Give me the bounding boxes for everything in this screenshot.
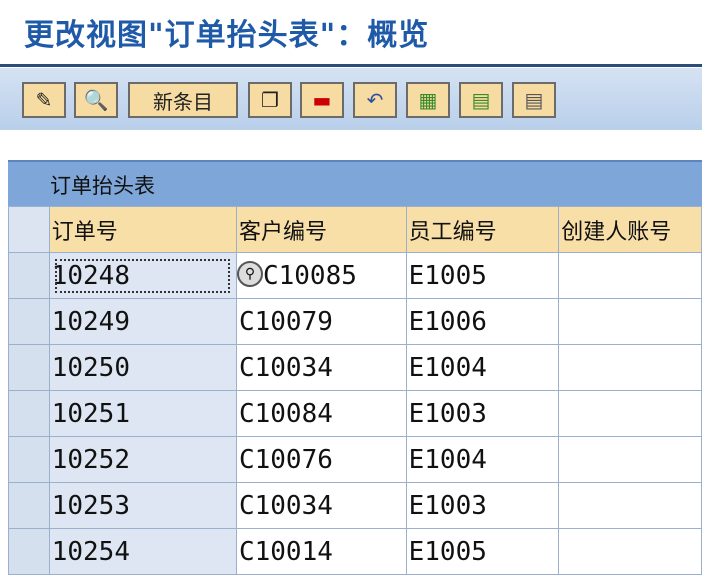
find-button[interactable]: 🔍 — [74, 82, 118, 118]
table-row: 10251 C10084 E1003 — [8, 390, 702, 437]
row-selector[interactable] — [8, 344, 50, 391]
order-number-cell[interactable]: 10254 — [48, 528, 237, 575]
order-number-cell[interactable]: 10253 — [48, 482, 237, 529]
copy-icon: ❐ — [261, 88, 279, 112]
table-row: 10250 C10034 E1004 — [8, 344, 702, 391]
creator-account-cell[interactable] — [558, 436, 702, 483]
table-title-bar: 订单抬头表 — [8, 160, 702, 208]
table-row: 10253 C10034 E1003 — [8, 482, 702, 529]
customer-number-cell[interactable]: C10014 — [235, 528, 407, 575]
new-entries-button[interactable]: 新条目 — [128, 82, 238, 118]
row-selector[interactable] — [8, 482, 50, 529]
creator-account-cell[interactable] — [558, 482, 702, 529]
creator-account-cell[interactable] — [558, 298, 702, 345]
employee-number-cell[interactable]: E1003 — [405, 390, 560, 437]
row-selector[interactable] — [8, 252, 50, 299]
toolbar: ✎ 🔍 新条目 ❐ ▬ ↶ ▦ ▤ ▤ — [0, 68, 702, 130]
creator-account-cell[interactable] — [558, 252, 702, 299]
customer-number-cell[interactable]: C10076 — [235, 436, 407, 483]
customer-number-cell[interactable]: C10079 — [235, 298, 407, 345]
order-number-cell[interactable]: 10250 — [48, 344, 237, 391]
undo-icon: ↶ — [366, 88, 384, 112]
column-header[interactable]: 创建人账号 — [558, 206, 702, 253]
employee-number-cell[interactable]: E1003 — [405, 482, 560, 529]
title-divider — [0, 64, 702, 67]
table-row: 10254 C10014 E1005 — [8, 528, 702, 575]
undo-change-button[interactable]: ↶ — [353, 82, 397, 118]
employee-number-cell[interactable]: E1005 — [405, 528, 560, 575]
display-change-button[interactable]: ✎ — [22, 82, 66, 118]
select-all-icon: ▦ — [418, 88, 438, 112]
column-header[interactable]: 员工编号 — [405, 206, 560, 253]
pencil-glasses-icon: ✎ — [35, 88, 53, 112]
row-selector[interactable] — [8, 298, 50, 345]
employee-number-cell[interactable]: E1006 — [405, 298, 560, 345]
customer-number-cell[interactable]: C10034 — [235, 482, 407, 529]
delete-row-icon: ▬ — [312, 88, 332, 112]
employee-number-cell[interactable]: E1004 — [405, 344, 560, 391]
select-all-button[interactable]: ▦ — [406, 82, 450, 118]
deselect-all-button[interactable]: ▤ — [512, 82, 556, 118]
table-header-row: 订单号 客户编号 员工编号 创建人账号 — [8, 206, 702, 253]
select-all-cell[interactable] — [8, 206, 50, 253]
deselect-all-icon: ▤ — [524, 88, 544, 112]
creator-account-cell[interactable] — [558, 344, 702, 391]
delete-button[interactable]: ▬ — [300, 82, 344, 118]
order-header-table: 订单号 客户编号 员工编号 创建人账号 10248 ⚲ C10085 E1005 … — [8, 206, 702, 575]
column-header[interactable]: 客户编号 — [235, 206, 407, 253]
employee-number-cell[interactable]: E1005 — [405, 252, 560, 299]
customer-number-cell[interactable]: ⚲ C10085 — [235, 252, 407, 299]
table-row: 10252 C10076 E1004 — [8, 436, 702, 483]
magnifier-icon: 🔍 — [83, 88, 109, 112]
table-title: 订单抬头表 — [50, 174, 155, 198]
customer-number-cell[interactable]: C10084 — [235, 390, 407, 437]
copy-as-button[interactable]: ❐ — [248, 82, 292, 118]
row-selector[interactable] — [8, 390, 50, 437]
search-help-icon[interactable]: ⚲ — [236, 261, 263, 287]
customer-number-cell[interactable]: C10034 — [235, 344, 407, 391]
select-block-button[interactable]: ▤ — [459, 82, 503, 118]
row-selector[interactable] — [8, 436, 50, 483]
select-block-icon: ▤ — [471, 88, 491, 112]
order-number-cell[interactable]: 10248 — [48, 252, 237, 299]
order-number-cell[interactable]: 10251 — [48, 390, 237, 437]
table-row: 10248 ⚲ C10085 E1005 — [8, 252, 702, 299]
table-row: 10249 C10079 E1006 — [8, 298, 702, 345]
creator-account-cell[interactable] — [558, 528, 702, 575]
column-header[interactable]: 订单号 — [48, 206, 237, 253]
order-number-cell[interactable]: 10252 — [48, 436, 237, 483]
customer-number-text: C10085 — [262, 260, 357, 291]
order-number-cell[interactable]: 10249 — [48, 298, 237, 345]
page-title: 更改视图"订单抬头表"：概览 — [24, 18, 430, 53]
row-selector[interactable] — [8, 528, 50, 575]
creator-account-cell[interactable] — [558, 390, 702, 437]
employee-number-cell[interactable]: E1004 — [405, 436, 560, 483]
